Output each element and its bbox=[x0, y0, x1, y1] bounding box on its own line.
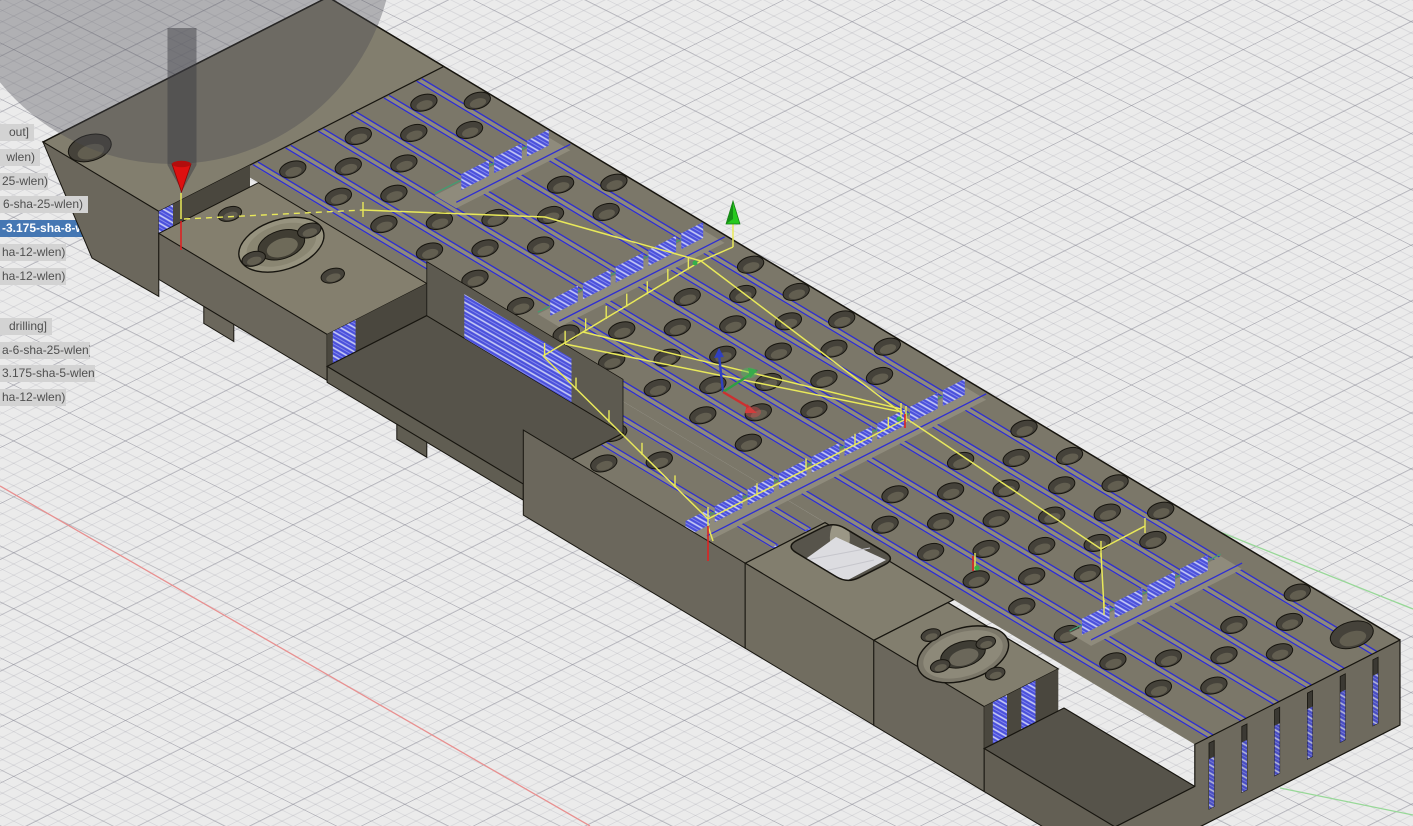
y-axis-arrow-icon bbox=[725, 199, 741, 225]
operation-label[interactable]: ha-12-wlen) bbox=[0, 244, 66, 261]
operation-label[interactable]: 3.175-sha-5-wlen) bbox=[0, 365, 95, 382]
cad-canvas: { "viewport": { "type": "3d-cam-viewport… bbox=[0, 0, 1413, 826]
operation-label[interactable]: 25-wlen) bbox=[0, 173, 48, 190]
operation-label[interactable]: ha-12-wlen) bbox=[0, 389, 66, 406]
operation-label[interactable]: a-6-sha-25-wlen) bbox=[0, 342, 90, 359]
operation-label[interactable]: wlen) bbox=[0, 149, 40, 166]
operation-label[interactable]: drilling] bbox=[0, 318, 52, 335]
operation-label[interactable]: 6-sha-25-wlen) bbox=[0, 196, 88, 213]
operation-label[interactable]: ha-12-wlen) bbox=[0, 268, 66, 285]
viewport-3d[interactable] bbox=[0, 0, 1413, 826]
operation-label[interactable]: out] bbox=[0, 124, 34, 141]
